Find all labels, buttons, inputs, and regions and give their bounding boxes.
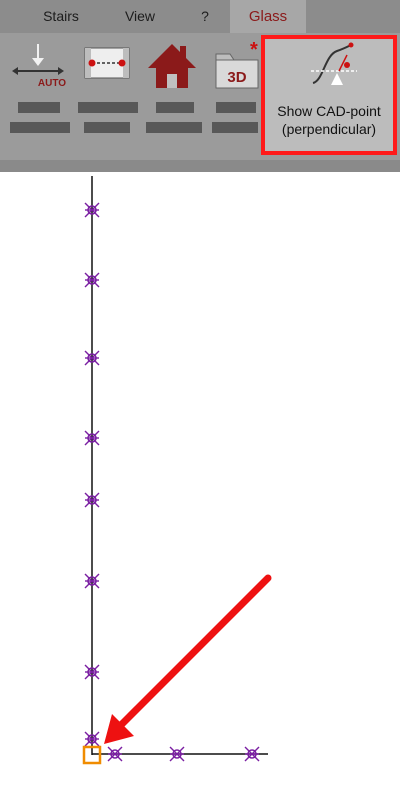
- drawing-canvas[interactable]: [0, 172, 400, 797]
- house-button[interactable]: [142, 38, 202, 98]
- label-placeholder: [216, 102, 256, 113]
- ribbon-toolbar: Stairs View ? Glass AUTO 3D * Show CAD-p…: [0, 0, 400, 172]
- cad-point-marker[interactable]: [244, 746, 260, 762]
- label-placeholder: [84, 122, 130, 133]
- wall-points-button[interactable]: [77, 38, 137, 98]
- tab-view[interactable]: View: [110, 0, 170, 33]
- house-icon: [148, 44, 196, 88]
- asterisk-mark: *: [250, 39, 258, 61]
- tab-help[interactable]: ?: [190, 0, 220, 33]
- auto-text: AUTO: [38, 78, 66, 89]
- auto-height-button[interactable]: AUTO: [8, 38, 68, 98]
- label-placeholder: [212, 122, 258, 133]
- 3d-text: 3D: [227, 69, 246, 86]
- tab-glass[interactable]: Glass: [230, 0, 306, 33]
- cad-point-marker[interactable]: [169, 746, 185, 762]
- cad-button-label-line1: Show CAD-point: [277, 103, 381, 119]
- auto-height-icon: AUTO: [12, 44, 66, 89]
- label-placeholder: [10, 122, 70, 133]
- tab-stairs[interactable]: Stairs: [30, 0, 92, 33]
- label-placeholder: [156, 102, 194, 113]
- cad-point-perpendicular-icon: [311, 42, 357, 85]
- ribbon-bottom-strip: [0, 160, 400, 172]
- cad-button-label-line2: (perpendicular): [281, 121, 377, 137]
- tab-bar: Stairs View ? Glass: [0, 0, 400, 33]
- annotation-arrow-shaft: [114, 574, 272, 732]
- cad-point-marker[interactable]: [107, 746, 123, 762]
- label-placeholder: [78, 102, 138, 113]
- label-placeholder: [146, 122, 202, 133]
- wall-points-icon: [84, 47, 130, 79]
- show-cad-point-perpendicular-button[interactable]: Show CAD-point (perpendicular): [261, 35, 397, 155]
- label-placeholder: [18, 102, 60, 113]
